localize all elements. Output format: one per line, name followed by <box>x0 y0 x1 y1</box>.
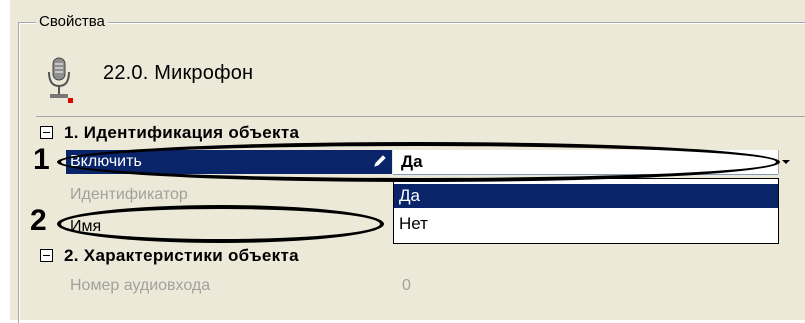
property-name: Номер аудиовхода <box>70 277 211 294</box>
callout-number-2: 2 <box>30 204 47 237</box>
dropdown-button[interactable] <box>778 150 793 174</box>
chevron-down-icon <box>782 160 790 164</box>
property-row-audio-input: Номер аудиовхода 0 <box>36 274 796 298</box>
microphone-icon <box>48 57 73 103</box>
dropdown-option-yes[interactable]: Да <box>394 184 778 208</box>
section-label: 1. Идентификация объекта <box>64 123 300 142</box>
dropdown-list: Да Нет <box>393 178 779 244</box>
callout-number-1: 1 <box>33 143 50 176</box>
dropdown-option-no[interactable]: Нет <box>394 212 778 236</box>
collapse-toggle-icon[interactable] <box>40 249 53 262</box>
status-indicator <box>68 98 73 103</box>
properties-group-title: Свойства <box>36 13 108 31</box>
object-title: 22.0. Микрофон <box>103 62 254 84</box>
section-label: 2. Характеристики объекта <box>64 246 299 265</box>
option-label: Нет <box>399 214 428 233</box>
callout-ring-1 <box>57 142 780 182</box>
callout-ring-2 <box>57 205 384 243</box>
option-label: Да <box>399 186 420 205</box>
property-name: Идентификатор <box>70 186 188 203</box>
collapse-toggle-icon[interactable] <box>40 126 53 139</box>
section-characteristics[interactable]: 2. Характеристики объекта <box>36 244 796 268</box>
property-value: 0 <box>402 277 411 294</box>
